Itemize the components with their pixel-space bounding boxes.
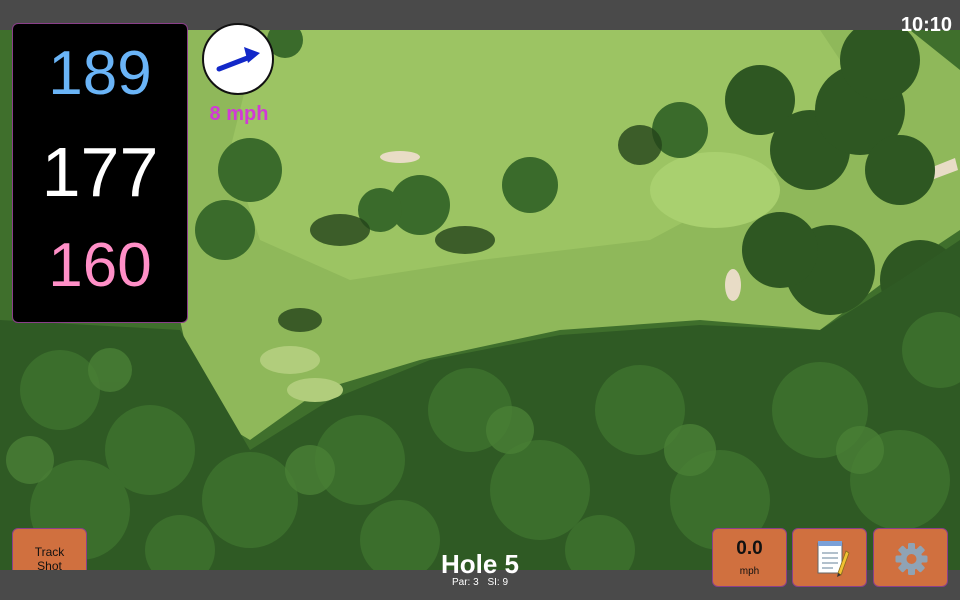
yardage-panel: 189 177 160 (12, 23, 188, 323)
wind-speed-label: 8 mph (209, 103, 269, 125)
hole-title: Hole 5 (440, 549, 520, 579)
wind-arrow-icon (216, 47, 260, 72)
hole-par: Par: 3 (451, 577, 479, 588)
notepad-icon (817, 541, 850, 577)
track-shot-label-line1: Track (34, 545, 65, 559)
notes-button[interactable] (792, 528, 867, 587)
front-yardage: 160 (48, 231, 152, 300)
hole-stroke-index: SI: 9 (487, 577, 509, 588)
speed-unit: mph (739, 566, 760, 577)
hole-info: Par: 3 SI: 9 (380, 577, 580, 588)
middle-yardage: 177 (41, 133, 159, 211)
speed-value: 0.0 (736, 538, 763, 559)
back-yardage: 189 (48, 39, 152, 108)
clock: 10:10 (900, 14, 952, 36)
speed-button[interactable]: 0.0 mph (712, 528, 787, 587)
settings-button[interactable] (873, 528, 948, 587)
gear-icon (895, 543, 928, 575)
wind-indicator (202, 23, 274, 95)
